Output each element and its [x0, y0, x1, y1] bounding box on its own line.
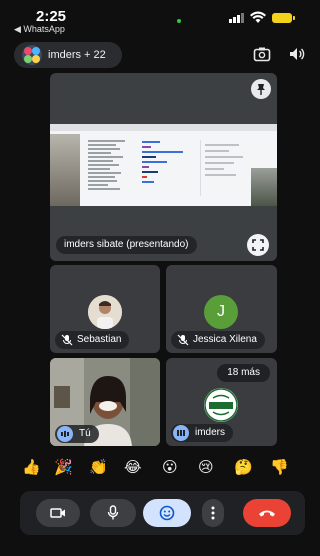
audio-level-icon [57, 426, 73, 442]
camera-toggle-button[interactable] [36, 499, 80, 527]
mic-off-icon [61, 334, 73, 346]
reactions-button[interactable] [143, 499, 191, 527]
more-count-badge: 18 más [217, 364, 270, 382]
switch-camera-icon[interactable] [253, 46, 271, 62]
avatar: J [204, 295, 238, 329]
pin-icon [257, 84, 265, 95]
group-avatar [22, 45, 42, 65]
status-time: 2:25 [36, 8, 67, 25]
self-label: Tú [55, 425, 99, 443]
call-controls [20, 491, 305, 535]
fullscreen-button[interactable] [247, 234, 269, 256]
reaction-thinking[interactable]: 🤔 [234, 457, 253, 479]
participant-name: imders [195, 427, 226, 438]
person-photo [88, 295, 122, 329]
reaction-thumbs-up[interactable]: 👍 [22, 457, 41, 479]
reaction-surprised[interactable]: 😮 [162, 457, 178, 479]
participant-name-label: Sebastian [55, 331, 130, 349]
bottom-inset [0, 540, 317, 556]
more-participants-tile[interactable]: 18 más imders [166, 358, 277, 446]
reaction-party[interactable]: 🎉 [54, 457, 73, 479]
reaction-thumbs-down[interactable]: 👎 [270, 457, 289, 479]
status-bar: 2:25 ◀ WhatsApp [0, 0, 317, 36]
reaction-laugh[interactable]: 😂 [124, 457, 142, 479]
participant-tile-sebastian[interactable]: Sebastian [50, 265, 160, 353]
emoji-icon [159, 505, 175, 521]
group-name: imders + 22 [48, 49, 106, 61]
reaction-bar: 👍 🎉 👏 😂 😮 😢 🤔 👎 [16, 457, 306, 481]
end-call-icon [259, 510, 275, 517]
presentation-tile[interactable]: imders sibate (presentando) [50, 73, 277, 261]
mic-off-icon [177, 334, 189, 346]
battery-icon [272, 13, 295, 23]
fullscreen-icon [252, 239, 264, 251]
mic-toggle-button[interactable] [90, 499, 136, 527]
speaker-icon[interactable] [289, 46, 305, 62]
meeting-header: imders + 22 [0, 40, 317, 72]
signal-icon [229, 13, 244, 23]
mic-icon [107, 505, 119, 520]
wifi-icon [250, 11, 266, 23]
self-name: Tú [79, 428, 91, 439]
participant-name: Jessica Xilena [193, 334, 257, 345]
more-vert-icon [211, 506, 215, 520]
participant-name-label: Jessica Xilena [171, 331, 265, 349]
presenter-name-label: imders sibate (presentando) [56, 236, 197, 254]
participant-tile-jessica[interactable]: J Jessica Xilena [166, 265, 277, 353]
self-video-tile[interactable]: Tú [50, 358, 160, 446]
participant-name-label: imders [171, 424, 234, 442]
reaction-clap[interactable]: 👏 [89, 457, 108, 479]
end-call-button[interactable] [243, 499, 291, 527]
shared-screen-content [50, 124, 277, 206]
participant-name: Sebastian [77, 334, 122, 345]
reaction-sad[interactable]: 😢 [198, 457, 214, 479]
camera-in-use-indicator [177, 19, 181, 23]
more-options-button[interactable] [202, 499, 224, 527]
pin-button[interactable] [251, 79, 271, 99]
back-to-whatsapp-link[interactable]: ◀ WhatsApp [14, 24, 65, 35]
audio-level-icon [173, 425, 189, 441]
meeting-info-button[interactable]: imders + 22 [14, 42, 122, 68]
camera-icon [50, 508, 65, 518]
imders-logo [204, 388, 238, 422]
avatar [88, 295, 122, 329]
